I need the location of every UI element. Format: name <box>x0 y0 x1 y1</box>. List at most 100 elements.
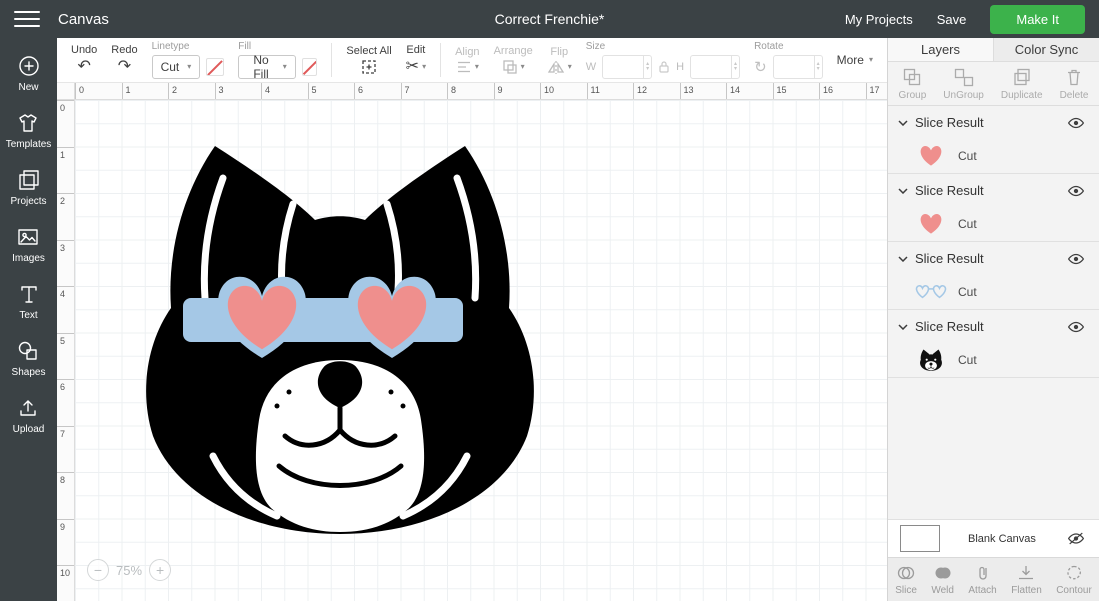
width-label: W <box>586 61 596 73</box>
fill-color-swatch[interactable] <box>302 58 318 76</box>
visibility-eye-icon[interactable] <box>1065 251 1087 267</box>
align-icon <box>456 60 472 74</box>
ruler-tick: 3 <box>57 240 74 287</box>
panel-spacer <box>888 378 1099 519</box>
zoom-in-button[interactable]: + <box>149 559 171 581</box>
chevron-down-icon: ▾ <box>422 63 426 71</box>
select-all-button[interactable]: Select All <box>346 45 391 75</box>
align-button[interactable]: Align ▾ <box>455 46 479 74</box>
slice-button[interactable]: Slice <box>895 564 917 596</box>
layer-operation-label: Cut <box>958 149 977 163</box>
sidebar-item-text[interactable]: Text <box>17 282 41 321</box>
frenchie-artwork[interactable] <box>127 140 553 538</box>
layer-row[interactable]: Cut <box>888 139 1099 173</box>
group-button[interactable]: Group <box>899 67 927 101</box>
edit-button[interactable]: Edit ✂▾ <box>406 44 426 76</box>
my-projects-button[interactable]: My Projects <box>845 12 913 27</box>
arrange-button[interactable]: Arrange ▾ <box>494 45 533 75</box>
layer-actions: Group UnGroup Duplicate Delete <box>888 62 1099 106</box>
layer-title: Slice Result <box>915 115 1065 130</box>
sidebar-item-projects[interactable]: Projects <box>10 168 46 207</box>
flip-button[interactable]: Flip ▾ <box>547 46 572 75</box>
ruler-tick: 6 <box>354 83 401 99</box>
weld-button[interactable]: Weld <box>931 564 954 596</box>
zoom-out-button[interactable]: − <box>87 559 109 581</box>
height-input[interactable]: ▴▾ <box>690 55 740 79</box>
canvas-row: 0 1 2 3 4 5 6 7 <box>57 100 887 601</box>
layer-header[interactable]: Slice Result <box>888 106 1099 139</box>
linetype-color-swatch[interactable] <box>206 58 224 76</box>
sidebar-item-label: Upload <box>13 424 45 435</box>
weld-icon <box>933 564 953 582</box>
redo-icon: ↷ <box>118 58 131 76</box>
width-stepper[interactable]: ▴▾ <box>643 56 651 78</box>
slice-label: Slice <box>895 585 917 596</box>
sidebar-item-new[interactable]: New <box>17 54 41 93</box>
sidebar-item-templates[interactable]: Templates <box>6 111 52 150</box>
layer-header[interactable]: Slice Result <box>888 310 1099 343</box>
flip-label: Flip <box>550 46 568 58</box>
shapes-icon <box>16 339 40 363</box>
lock-aspect-icon[interactable] <box>658 60 670 74</box>
height-stepper[interactable]: ▴▾ <box>731 56 739 78</box>
edit-toolbar: Undo ↶ Redo ↷ Linetype Cut ▾ <box>57 38 887 83</box>
sidebar-item-label: Text <box>19 310 37 321</box>
sidebar-item-label: Templates <box>6 139 52 150</box>
ruler-tick: 1 <box>122 83 169 99</box>
flatten-label: Flatten <box>1011 585 1042 596</box>
sidebar-item-shapes[interactable]: Shapes <box>12 339 46 378</box>
visibility-eye-icon[interactable] <box>1065 319 1087 335</box>
flatten-button[interactable]: Flatten <box>1011 564 1042 596</box>
canvas-page-label: Canvas <box>58 11 109 28</box>
duplicate-button[interactable]: Duplicate <box>1001 67 1043 101</box>
make-it-button[interactable]: Make It <box>990 5 1085 34</box>
design-canvas[interactable]: − 75% + <box>75 100 887 601</box>
layer-row[interactable]: Cut <box>888 343 1099 377</box>
flatten-icon <box>1016 564 1036 582</box>
ruler-tick: 16 <box>819 83 866 99</box>
layer-row[interactable]: Cut <box>888 207 1099 241</box>
visibility-off-eye-icon[interactable] <box>1065 530 1087 547</box>
layer-header[interactable]: Slice Result <box>888 174 1099 207</box>
more-button[interactable]: More ▾ <box>837 53 873 67</box>
select-all-icon <box>361 59 377 75</box>
ruler-tick: 5 <box>308 83 355 99</box>
tab-color-sync[interactable]: Color Sync <box>993 38 1099 61</box>
horizontal-ruler: 0 1 2 3 4 5 6 7 <box>75 83 887 99</box>
sidebar-item-upload[interactable]: Upload <box>13 396 45 435</box>
attach-label: Attach <box>968 585 996 596</box>
blank-canvas-row[interactable]: Blank Canvas <box>888 519 1099 557</box>
ruler-tick: 5 <box>57 333 74 380</box>
ungroup-button[interactable]: UnGroup <box>943 67 984 101</box>
projects-stack-icon <box>17 168 41 192</box>
dog-head-thumbnail <box>914 349 948 371</box>
width-input[interactable]: ▴▾ <box>602 55 652 79</box>
delete-button[interactable]: Delete <box>1060 67 1089 101</box>
rotate-stepper[interactable]: ▴▾ <box>814 56 822 78</box>
size-label: Size <box>586 41 605 52</box>
visibility-eye-icon[interactable] <box>1065 183 1087 199</box>
redo-button[interactable]: Redo ↷ <box>111 44 137 76</box>
fill-select[interactable]: No Fill ▾ <box>238 55 295 79</box>
undo-button[interactable]: Undo ↶ <box>71 44 97 76</box>
hamburger-menu-icon[interactable] <box>14 9 40 29</box>
layer-row[interactable]: Cut <box>888 275 1099 309</box>
ruler-tick: 10 <box>540 83 587 99</box>
sidebar-item-images[interactable]: Images <box>12 225 45 264</box>
tab-layers[interactable]: Layers <box>888 38 993 61</box>
layer-header[interactable]: Slice Result <box>888 242 1099 275</box>
contour-button[interactable]: Contour <box>1056 564 1092 596</box>
visibility-eye-icon[interactable] <box>1065 115 1087 131</box>
blue-glasses-thumbnail <box>914 284 948 300</box>
save-button[interactable]: Save <box>937 12 967 27</box>
attach-button[interactable]: Attach <box>968 564 996 596</box>
layer-group-4: Slice Result Cut <box>888 310 1099 378</box>
linetype-select[interactable]: Cut ▾ <box>152 55 201 79</box>
ruler-tick: 11 <box>587 83 634 99</box>
app-window: Canvas Correct Frenchie* My Projects Sav… <box>0 0 1099 601</box>
weld-label: Weld <box>931 585 954 596</box>
rotate-input[interactable]: ▴▾ <box>773 55 823 79</box>
upload-arrow-icon <box>16 396 40 420</box>
chevron-down-icon: ▾ <box>869 56 873 64</box>
canvas-column: Undo ↶ Redo ↷ Linetype Cut ▾ <box>57 38 887 601</box>
